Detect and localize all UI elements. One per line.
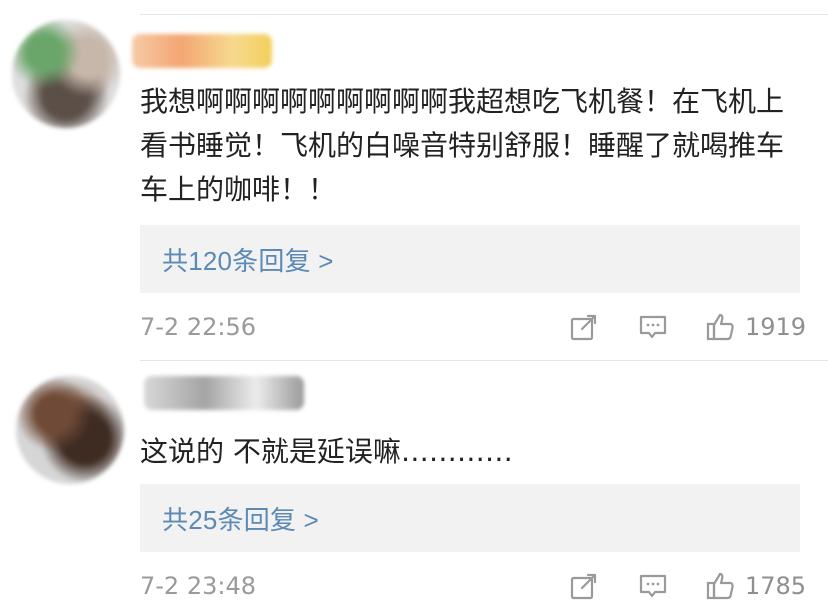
view-replies-button[interactable]: 共120条回复 > [140, 225, 800, 293]
comment-text: 我想啊啊啊啊啊啊啊啊啊我超想吃飞机餐！在飞机上看书睡觉！飞机的白噪音特别舒服！睡… [140, 85, 785, 206]
comment-item-1: 我想啊啊啊啊啊啊啊啊啊我超想吃飞机餐！在飞机上看书睡觉！飞机的白噪音特别舒服！睡… [0, 0, 828, 360]
comment-meta-row: 7-2 23:48 1785 [140, 570, 806, 602]
username-redacted[interactable] [132, 34, 272, 68]
username-redacted[interactable] [144, 376, 304, 410]
view-replies-button[interactable]: 共25条回复 > [140, 484, 800, 552]
comment-meta-row: 7-2 22:56 1919 [140, 311, 806, 343]
avatar[interactable] [16, 376, 124, 484]
comment-divider [140, 360, 828, 361]
comment-item-2: 这说的 不就是延误嘛………… 共25条回复 > 7-2 23:48 1785 [0, 362, 828, 615]
comment-icon[interactable] [637, 570, 669, 602]
thumbs-up-icon[interactable] [705, 570, 737, 602]
reply-count-link: 共120条回复 > [162, 245, 334, 276]
comment-text: 这说的 不就是延误嘛………… [140, 435, 513, 468]
comment-timestamp: 7-2 22:56 [140, 313, 256, 341]
avatar[interactable] [12, 20, 120, 128]
share-icon[interactable] [568, 311, 600, 343]
comment-icon[interactable] [637, 311, 669, 343]
reply-count-link: 共25条回复 > [162, 504, 319, 535]
thumbs-up-icon[interactable] [705, 311, 737, 343]
share-icon[interactable] [568, 570, 600, 602]
like-count: 1785 [745, 572, 807, 600]
comment-timestamp: 7-2 23:48 [140, 572, 256, 600]
like-count: 1919 [745, 313, 807, 341]
